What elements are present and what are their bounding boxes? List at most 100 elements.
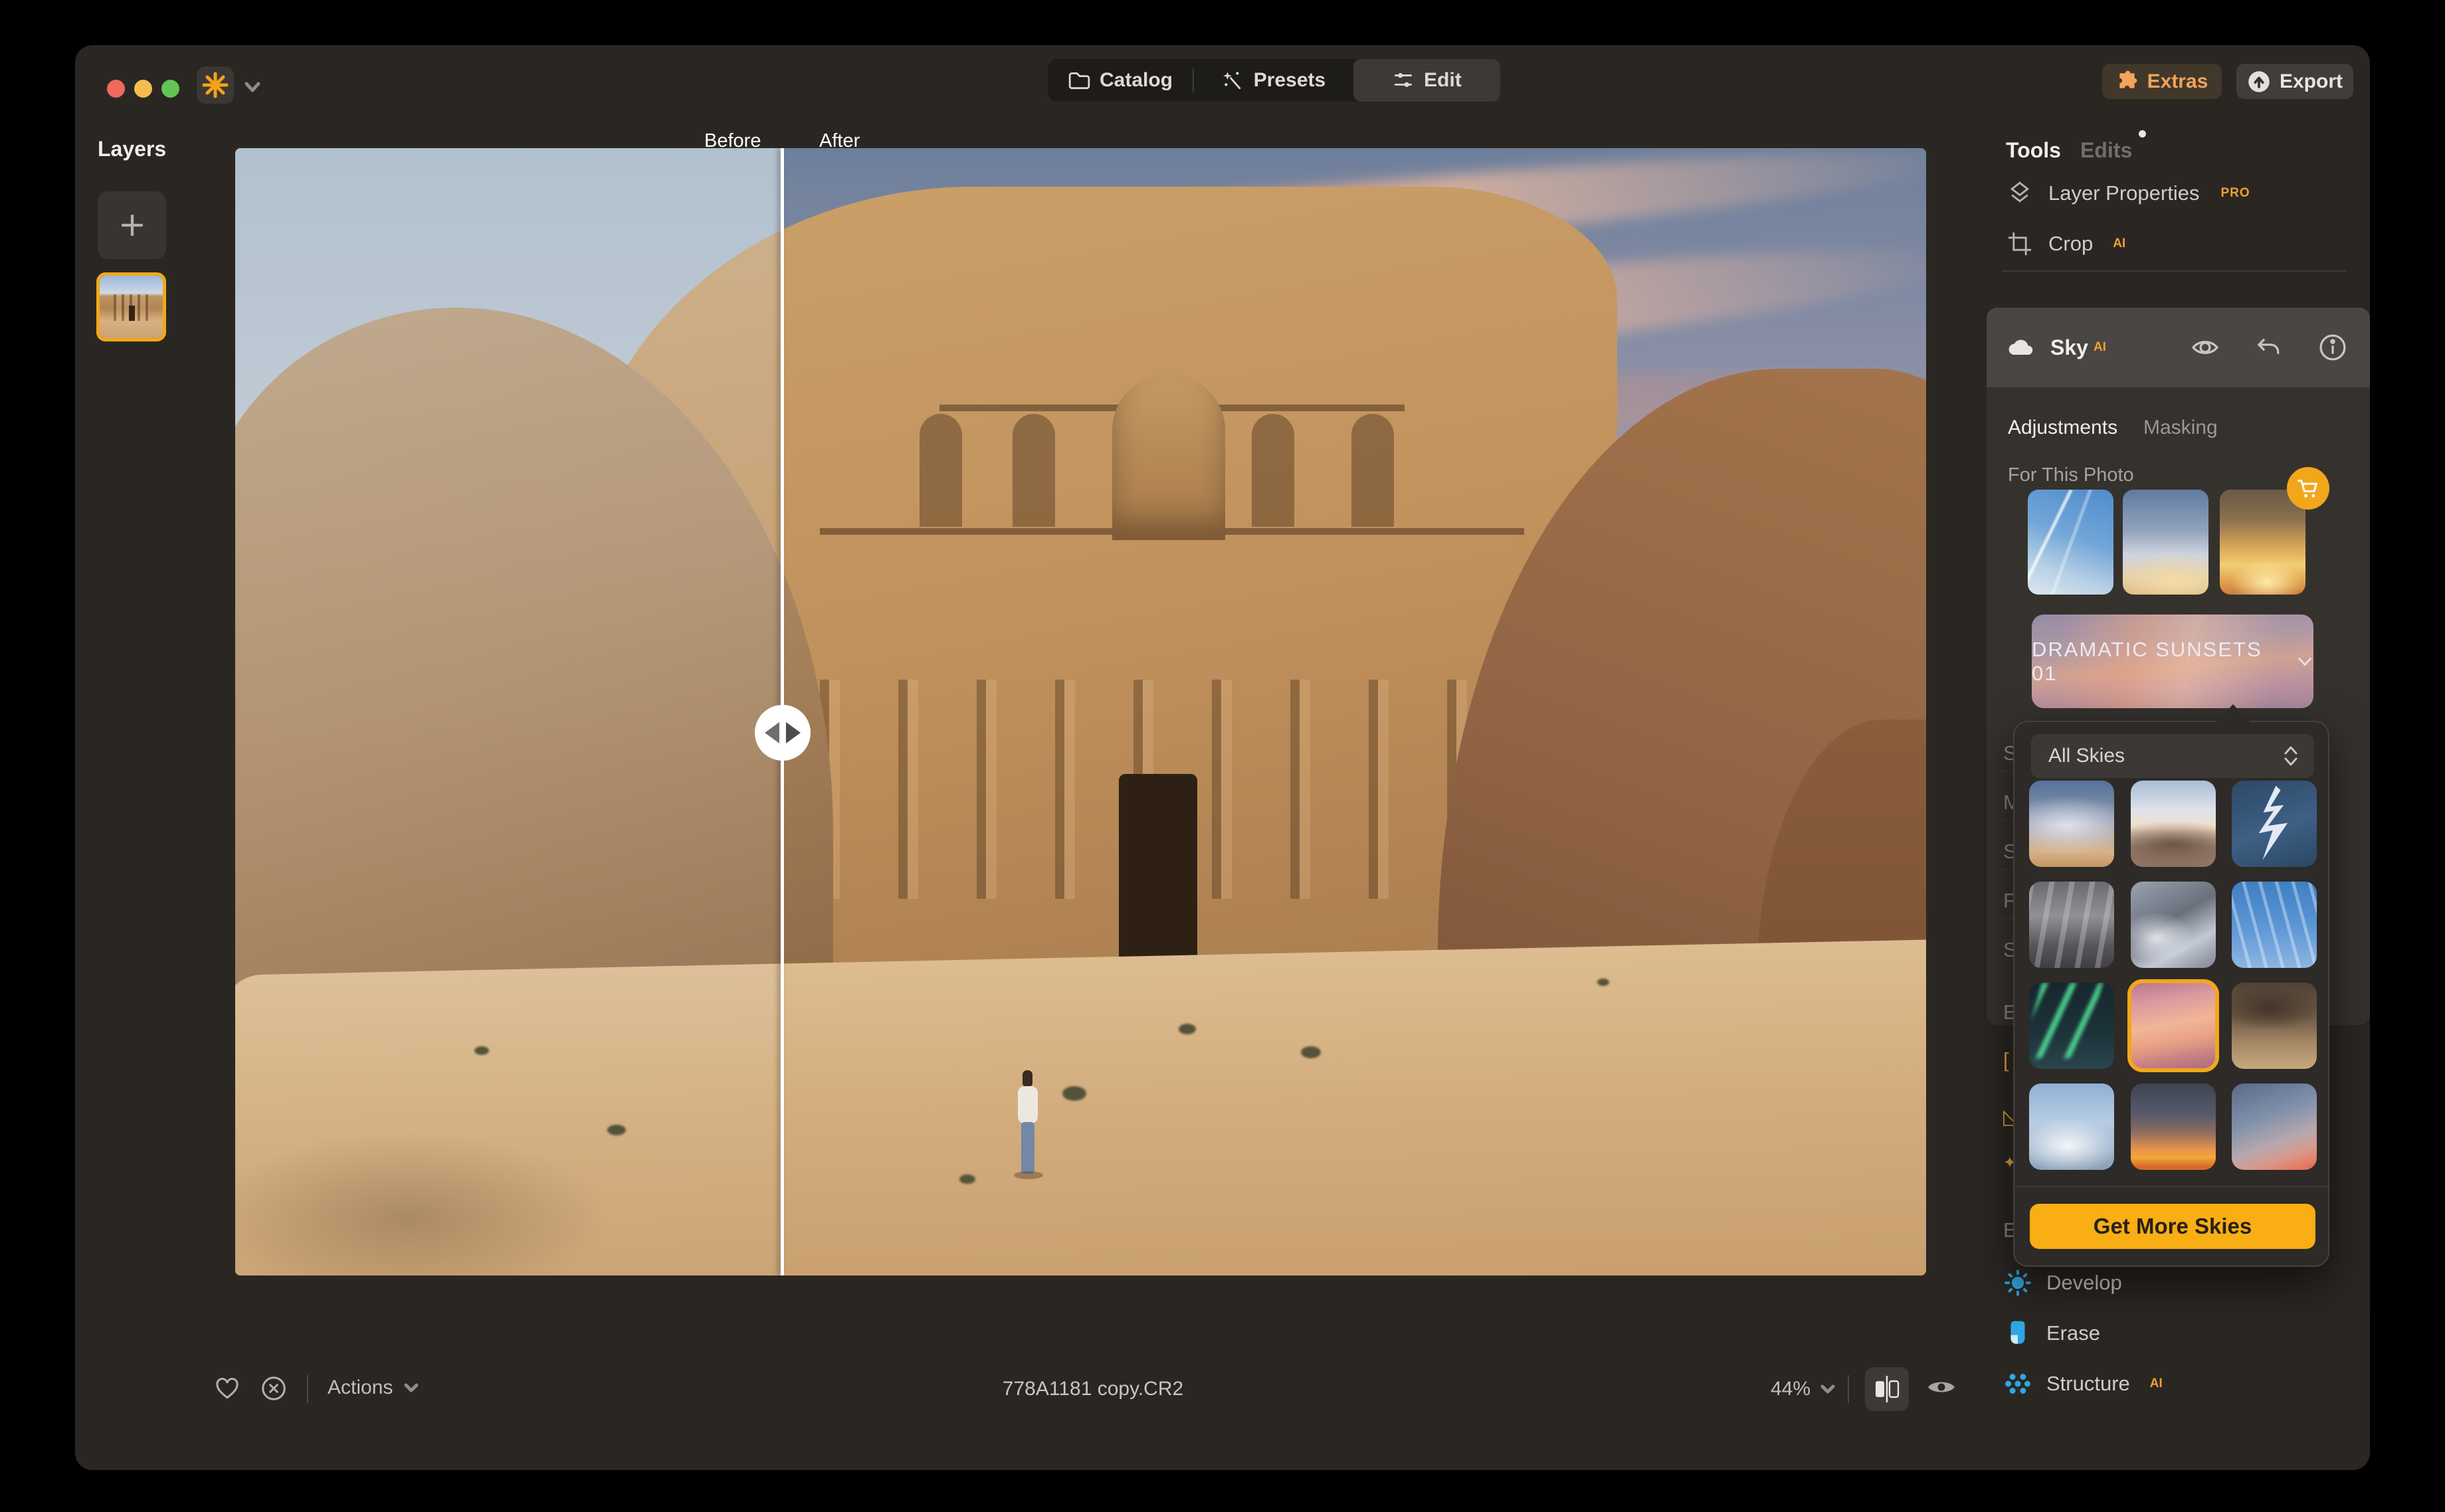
favorite-button[interactable] <box>214 1375 241 1402</box>
compare-slider-handle[interactable] <box>755 705 811 761</box>
tool-label: Layer Properties <box>2048 181 2199 205</box>
puzzle-icon <box>2116 70 2139 93</box>
sky-thumb-violet-dusk[interactable] <box>2232 1084 2317 1170</box>
monastery-door <box>1119 774 1197 979</box>
suggested-sky-golden-sunset[interactable] <box>2220 490 2305 595</box>
tool-label: Structure <box>2046 1372 2130 1396</box>
occluded-label-fragment: E <box>2003 1000 2014 1024</box>
sky-collection-dropdown[interactable]: DRAMATIC SUNSETS 01 <box>2032 614 2313 708</box>
zoom-level-dropdown[interactable]: 44% <box>1749 1378 1836 1400</box>
eraser-icon <box>2004 1319 2032 1347</box>
structure-dots-icon <box>2004 1370 2032 1398</box>
app-menu-chevron-icon[interactable] <box>243 80 262 94</box>
layers-icon <box>2006 179 2034 207</box>
before-haze-overlay <box>235 148 783 1276</box>
compare-view-button[interactable] <box>1865 1367 1909 1411</box>
tool-layer-properties[interactable]: Layer Properties PRO <box>2006 179 2250 207</box>
info-icon[interactable] <box>2318 333 2347 362</box>
folder-icon <box>1068 69 1090 92</box>
zoom-window-button[interactable] <box>161 80 179 98</box>
extras-label: Extras <box>2147 70 2208 93</box>
current-filename: 778A1181 copy.CR2 <box>894 1378 1292 1400</box>
plus-icon <box>117 210 147 240</box>
tab-edits-label: Edits <box>2080 138 2132 162</box>
tab-masking[interactable]: Masking <box>2143 417 2218 439</box>
chevron-down-icon <box>2296 655 2313 668</box>
layers-panel-title: Layers <box>98 137 166 161</box>
tab-catalog-label: Catalog <box>1100 69 1173 92</box>
split-compare-icon <box>1872 1374 1902 1404</box>
app-logo-button[interactable] <box>197 66 234 104</box>
sky-thumb-lightning-storm[interactable] <box>2232 781 2317 867</box>
extras-button[interactable]: Extras <box>2102 64 2222 99</box>
actions-label: Actions <box>328 1376 393 1399</box>
sky-thumb-pink-sunset-selected[interactable] <box>2131 983 2216 1069</box>
get-more-skies-button[interactable]: Get More Skies <box>2030 1204 2315 1249</box>
after-label: After <box>819 130 860 152</box>
ai-badge: AI <box>2094 340 2106 355</box>
tool-structure[interactable]: Structure AI <box>2004 1370 2163 1398</box>
develop-sun-icon <box>2004 1269 2032 1297</box>
tab-tools[interactable]: Tools <box>2006 138 2061 163</box>
sky-thumb-aurora-night[interactable] <box>2029 983 2114 1069</box>
export-button[interactable]: Export <box>2236 64 2353 99</box>
minimize-window-button[interactable] <box>134 80 152 98</box>
visibility-eye-icon[interactable] <box>2191 333 2220 362</box>
reject-button[interactable] <box>260 1375 287 1402</box>
bottom-bar-divider <box>307 1375 308 1403</box>
tool-develop[interactable]: Develop <box>2004 1269 2122 1297</box>
edits-notification-dot <box>2139 130 2146 138</box>
tab-presets[interactable]: Presets <box>1194 59 1353 102</box>
sky-thumb-overcast-clouds[interactable] <box>2131 882 2216 968</box>
zoom-level-value: 44% <box>1771 1378 1810 1400</box>
ai-badge: AI <box>2113 236 2125 251</box>
sky-thumb-pale-sunset-clouds[interactable] <box>2131 781 2216 867</box>
tool-crop[interactable]: Crop AI <box>2006 230 2125 258</box>
suggested-sky-soft-sunset-clouds[interactable] <box>2123 490 2208 595</box>
sky-thumb-fiery-dusk[interactable] <box>2131 1084 2216 1170</box>
close-window-button[interactable] <box>107 80 125 98</box>
export-label: Export <box>2280 70 2343 93</box>
undo-icon[interactable] <box>2254 333 2284 362</box>
photo-canvas[interactable] <box>235 148 1926 1276</box>
contrail <box>2048 490 2093 595</box>
tab-catalog[interactable]: Catalog <box>1048 59 1193 102</box>
collection-name: DRAMATIC SUNSETS 01 <box>2032 638 2279 686</box>
occluded-orange-icon-fragment: ◺ <box>2003 1105 2014 1129</box>
bottom-bar-divider <box>1848 1375 1849 1403</box>
sky-filter-select[interactable]: All Skies <box>2031 734 2314 778</box>
tool-erase[interactable]: Erase <box>2004 1319 2100 1347</box>
cart-badge[interactable] <box>2287 467 2329 510</box>
sky-thumb-sepia-clouds[interactable] <box>2232 983 2317 1069</box>
walking-person <box>1017 1070 1039 1190</box>
occluded-orange-icon-fragment: [ <box>2003 1048 2009 1072</box>
sidebar-divider <box>2002 270 2346 272</box>
sky-thumb-bright-blue-wisps[interactable] <box>2232 882 2317 968</box>
asterisk-icon <box>202 72 229 98</box>
sky-thumb-blue-cumulus[interactable] <box>2029 1084 2114 1170</box>
popover-divider <box>2014 1186 2328 1187</box>
cloud-icon <box>2005 333 2034 362</box>
preview-original-button[interactable] <box>1926 1374 1957 1404</box>
x-circle-icon <box>260 1375 287 1402</box>
occluded-label-fragment: F <box>2003 889 2014 913</box>
layer-thumbnail-selected[interactable] <box>96 272 166 341</box>
suggested-sky-blue-sky-contrails[interactable] <box>2028 490 2113 595</box>
sky-thumb-dark-storm-lightning[interactable] <box>2029 882 2114 968</box>
tool-label: Crop <box>2048 232 2093 256</box>
tool-label: Erase <box>2046 1321 2100 1345</box>
contrail <box>2028 490 2073 595</box>
tab-edits[interactable]: Edits <box>2080 138 2132 163</box>
sky-thumb-dusk-clouds[interactable] <box>2029 781 2114 867</box>
tab-edit[interactable]: Edit <box>1353 59 1500 102</box>
chevron-down-icon <box>403 1382 419 1394</box>
occluded-label-fragment: S <box>2003 840 2014 864</box>
occluded-panel-fragments: S M S F S E [ ◺ ✦ E <box>2001 736 2014 1268</box>
tab-adjustments[interactable]: Adjustments <box>2008 417 2117 439</box>
sky-panel-header[interactable]: Sky AI <box>1987 308 2370 387</box>
actions-menu[interactable]: Actions <box>328 1376 419 1399</box>
ai-badge: AI <box>2150 1376 2163 1391</box>
add-layer-button[interactable] <box>98 191 166 259</box>
monastery-facade <box>820 367 1524 979</box>
layer-thumbnail-image <box>100 276 163 338</box>
